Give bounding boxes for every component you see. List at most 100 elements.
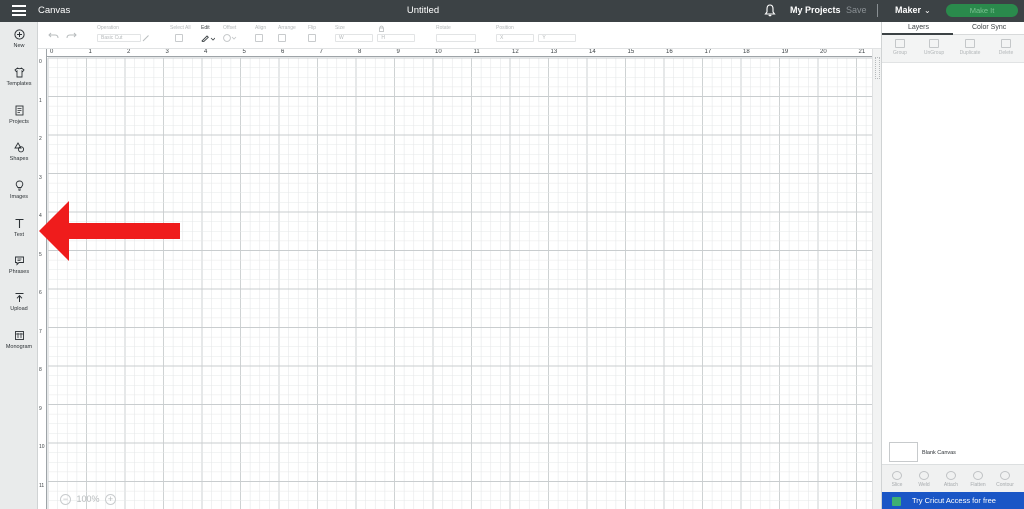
sidebar-item-text[interactable]: Text [0, 218, 38, 238]
operation-select[interactable]: Basic Cut [97, 34, 141, 43]
lock-icon[interactable] [378, 25, 385, 32]
access-banner-text: Try Cricut Access for free [912, 496, 996, 505]
canvas-grid [47, 57, 872, 509]
align-group: Align [255, 25, 266, 44]
blank-canvas-swatch[interactable] [889, 442, 918, 462]
attach-icon [946, 471, 956, 480]
ruler-tick-label: 2 [39, 136, 42, 142]
ruler-tick-label: 13 [550, 49, 558, 55]
save-button[interactable]: Save [846, 5, 867, 15]
arrange-icon[interactable] [278, 34, 286, 42]
document-title[interactable]: Untitled [0, 5, 846, 16]
flatten-label: Flatten [970, 482, 986, 488]
group-button[interactable]: Group [882, 39, 918, 56]
offset-group: Offset [223, 25, 237, 44]
ruler-tick-label: 1 [39, 97, 42, 104]
ruler-tick-label: 0 [39, 59, 42, 65]
arrange-group: Arrange [278, 25, 296, 44]
sidebar-item-monogram[interactable]: Monogram [0, 330, 38, 350]
tab-layers[interactable]: Layers [908, 24, 929, 31]
contour-icon [1000, 471, 1010, 480]
position-x-input[interactable]: X [496, 34, 534, 42]
ungroup-button[interactable]: UnGroup [916, 39, 952, 56]
ruler-vertical [38, 49, 47, 509]
height-input[interactable]: H [377, 34, 416, 42]
ruler-tick-label: 6 [281, 49, 285, 55]
size-group: Size W H [335, 25, 416, 42]
ruler-tick-label: 10 [435, 49, 442, 55]
my-projects-link[interactable]: My Projects [790, 5, 841, 15]
width-input[interactable]: W [335, 34, 373, 42]
duplicate-button[interactable]: Duplicate [952, 39, 988, 56]
duplicate-label: Duplicate [959, 50, 981, 56]
sidebar-item-new[interactable]: New [0, 29, 38, 49]
plus-circle-icon [13, 29, 25, 40]
vertical-scrollbar[interactable] [872, 49, 881, 509]
edit-group: Edit [201, 25, 216, 44]
shapes-icon [13, 142, 24, 153]
cricut-access-banner[interactable]: Try Cricut Access for free [882, 492, 1024, 509]
sidebar-item-label: Images [9, 194, 29, 200]
scroll-thumb[interactable] [875, 57, 880, 79]
tab-color-sync[interactable]: Color Sync [972, 24, 1006, 31]
ruler-tick-label: 19 [781, 49, 789, 55]
ruler-tick-label: 14 [589, 49, 596, 55]
ruler-tick-label: 21 [858, 49, 866, 55]
trash-icon [1001, 39, 1011, 48]
flip-icon[interactable] [308, 34, 316, 42]
projects-icon [15, 105, 23, 116]
ruler-tick-label: 9 [39, 405, 42, 412]
redo-icon[interactable] [66, 32, 77, 40]
sidebar-item-label: New [13, 43, 25, 49]
group-label: Group [893, 50, 907, 56]
pen-icon[interactable] [142, 34, 150, 42]
position-group: Position X Y [496, 25, 577, 42]
design-canvas[interactable]: 0 1 2 3 4 5 6 7 8 9 10 11 12 13 14 15 16 17 18 19 20 21 01234… [38, 49, 872, 509]
upload-icon [15, 293, 23, 302]
bell-icon[interactable] [764, 4, 776, 17]
ruler-tick-label: 10 [39, 444, 45, 450]
position-y-input[interactable]: Y [538, 34, 577, 42]
edit-toolbar: Operation Basic Cut Select All Edit Offs… [38, 22, 881, 49]
delete-button[interactable]: Delete [988, 39, 1024, 56]
contour-button[interactable]: Contour [992, 471, 1018, 488]
sidebar-item-phrases[interactable]: Phrases [0, 255, 38, 275]
sidebar-item-images[interactable]: Images [0, 180, 38, 200]
zoom-level: 100% [76, 494, 100, 504]
ruler-tick-label: 3 [39, 174, 42, 181]
sidebar-item-templates[interactable]: Templates [0, 67, 38, 87]
blank-canvas-label: Blank Canvas [922, 450, 956, 456]
offset-icon[interactable] [223, 34, 237, 42]
chevron-down-icon[interactable]: ⌄ [924, 6, 931, 15]
size-label: Size [335, 25, 345, 31]
align-icon[interactable] [255, 34, 263, 42]
weld-label: Weld [918, 482, 930, 488]
slice-button[interactable]: Slice [884, 471, 910, 488]
ruler-tick-label: 20 [820, 49, 827, 55]
duplicate-icon [965, 39, 975, 48]
weld-button[interactable]: Weld [911, 471, 937, 488]
edit-pen-icon[interactable] [201, 34, 216, 43]
speech-bubble-icon [14, 256, 24, 266]
group-icon [895, 39, 905, 48]
rotate-input[interactable] [436, 34, 476, 42]
panel-tabs: Layers Color Sync [882, 22, 1024, 35]
undo-icon[interactable] [48, 32, 59, 40]
sidebar-item-upload[interactable]: Upload [0, 292, 38, 312]
monogram-icon [14, 331, 24, 340]
ruler-tick-label: 11 [473, 49, 480, 55]
zoom-in-button[interactable]: + [105, 494, 117, 506]
flatten-button[interactable]: Flatten [965, 471, 991, 488]
operation-group: Operation Basic Cut [97, 25, 150, 43]
zoom-out-button[interactable]: − [60, 494, 71, 506]
make-it-button[interactable]: Make It [946, 4, 1018, 17]
machine-selector[interactable]: Maker [895, 5, 921, 15]
rotate-label: Rotate [436, 25, 451, 31]
arrange-label: Arrange [278, 25, 296, 31]
sidebar-item-shapes[interactable]: Shapes [0, 142, 38, 162]
flip-label: Flip [308, 25, 317, 31]
top-bar: Canvas Untitled My Projects Save Maker ⌄… [0, 0, 1024, 22]
select-all-icon[interactable] [175, 34, 183, 42]
attach-button[interactable]: Attach [938, 471, 964, 488]
sidebar-item-projects[interactable]: Projects [0, 105, 38, 125]
